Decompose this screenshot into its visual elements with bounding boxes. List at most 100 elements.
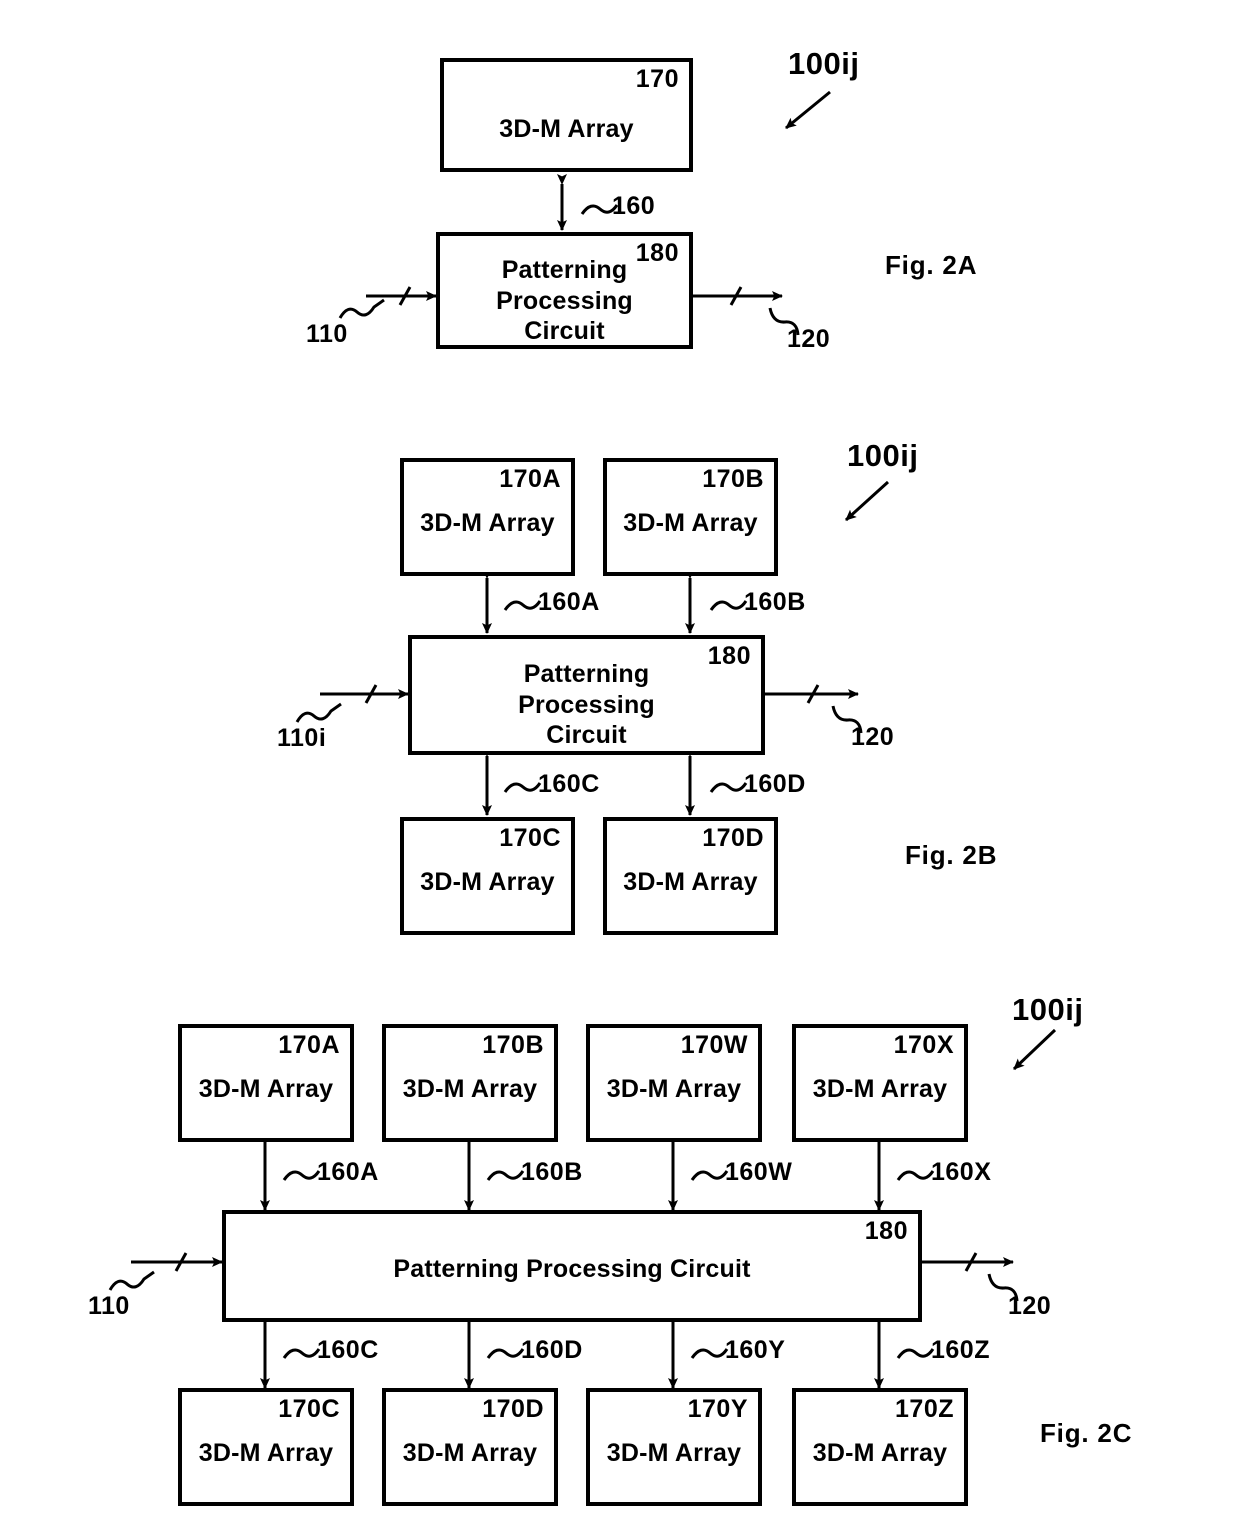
fig2c-ref-160X: 160X xyxy=(931,1158,992,1186)
fig2c-array-170C-label: 3D-M Array xyxy=(198,1439,334,1467)
figure-sheet: 170 3D-M Array 180 Patterning Processing… xyxy=(0,0,1240,1516)
fig2c-array-170B[interactable]: 170B 3D-M Array xyxy=(382,1024,558,1142)
fig2b-array-170B-label: 3D-M Array xyxy=(623,509,758,537)
fig2c-leader-160X xyxy=(896,1170,935,1181)
fig2c-ref-160Y: 160Y xyxy=(725,1336,786,1364)
fig2c-circuit-180-number: 180 xyxy=(864,1217,908,1245)
fig2c-array-170D-number: 170D xyxy=(482,1395,544,1423)
fig2c-array-170Z-label: 3D-M Array xyxy=(812,1439,948,1467)
fig2b-array-170D[interactable]: 170D 3D-M Array xyxy=(603,817,778,935)
fig2b-ref-120: 120 xyxy=(851,723,895,751)
fig2c-array-170C[interactable]: 170C 3D-M Array xyxy=(178,1388,354,1506)
fig2c-array-170D[interactable]: 170D 3D-M Array xyxy=(382,1388,558,1506)
fig2a-array-170[interactable]: 170 3D-M Array xyxy=(440,58,693,172)
fig2c-array-170B-label: 3D-M Array xyxy=(402,1075,538,1103)
fig2b-array-170C[interactable]: 170C 3D-M Array xyxy=(400,817,575,935)
fig2c-tag-arrow xyxy=(1012,1028,1057,1071)
fig2c-array-170W-number: 170W xyxy=(680,1031,748,1059)
fig2c-leader-160A xyxy=(282,1170,321,1181)
fig2c-tag-100ij: 100ij xyxy=(1012,992,1084,1027)
fig2b-tag-arrow xyxy=(844,480,890,522)
fig2c-leader-160W xyxy=(690,1170,729,1181)
fig2a-leader-110 xyxy=(338,298,385,319)
fig2c-leader-160Y xyxy=(690,1348,729,1359)
fig2c-array-170Z[interactable]: 170Z 3D-M Array xyxy=(792,1388,968,1506)
fig2b-ref-160D: 160D xyxy=(744,770,806,798)
fig2a-ref-160: 160 xyxy=(612,192,656,220)
fig2a-array-170-number: 170 xyxy=(635,65,679,93)
fig2b-leader-160A xyxy=(503,600,542,611)
fig2c-array-170C-number: 170C xyxy=(278,1395,340,1423)
fig2b-array-170D-number: 170D xyxy=(702,824,764,852)
fig2b-leader-160D xyxy=(709,782,748,793)
fig2c-array-170Y-number: 170Y xyxy=(687,1395,748,1423)
fig2b-leader-110i xyxy=(295,702,342,723)
fig2c-ref-120: 120 xyxy=(1008,1292,1052,1320)
fig2c-ref-110: 110 xyxy=(88,1292,130,1320)
fig2a-ref-120: 120 xyxy=(787,325,831,353)
fig2b-array-170C-number: 170C xyxy=(499,824,561,852)
fig2c-array-170Z-number: 170Z xyxy=(895,1395,954,1423)
fig2b-ref-160A: 160A xyxy=(538,588,600,616)
fig2c-array-170Y[interactable]: 170Y 3D-M Array xyxy=(586,1388,762,1506)
fig2b-array-170A-number: 170A xyxy=(499,465,561,493)
fig2c-ref-160B: 160B xyxy=(521,1158,583,1186)
fig2c-circuit-180-label: Patterning Processing Circuit xyxy=(393,1255,751,1283)
fig2b-circuit-180[interactable]: 180 Patterning Processing Circuit xyxy=(408,635,765,755)
fig2c-ref-160W: 160W xyxy=(725,1158,793,1186)
fig2c-ref-160D: 160D xyxy=(521,1336,583,1364)
fig2b-circuit-180-line2: Processing xyxy=(518,690,655,719)
fig2b-array-170C-label: 3D-M Array xyxy=(420,868,555,896)
fig2c-leader-160C xyxy=(282,1348,321,1359)
fig2c-output-arrow xyxy=(921,1252,1014,1272)
fig2a-tag-arrow xyxy=(785,90,831,130)
fig2a-circuit-180-line3: Circuit xyxy=(524,317,605,345)
fig2c-ref-160Z: 160Z xyxy=(931,1336,990,1364)
fig2c-array-170W[interactable]: 170W 3D-M Array xyxy=(586,1024,762,1142)
fig2c-circuit-180[interactable]: 180 Patterning Processing Circuit xyxy=(222,1210,922,1322)
fig2a-ref-110: 110 xyxy=(306,320,348,348)
fig2c-array-170X[interactable]: 170X 3D-M Array xyxy=(792,1024,968,1142)
fig2c-leader-160Z xyxy=(896,1348,935,1359)
fig2a-circuit-180-line2: Processing xyxy=(496,286,633,315)
fig2c-leader-110 xyxy=(108,1270,155,1291)
fig2b-output-arrow xyxy=(765,684,859,704)
fig2c-array-170W-label: 3D-M Array xyxy=(606,1075,742,1103)
fig2b-circuit-180-label: Patterning Processing Circuit xyxy=(412,659,761,751)
fig2b-ref-160C: 160C xyxy=(538,770,600,798)
fig2b-caption: Fig. 2B xyxy=(905,840,998,870)
fig2c-array-170B-number: 170B xyxy=(482,1031,544,1059)
fig2c-array-170X-number: 170X xyxy=(893,1031,954,1059)
fig2a-tag-100ij: 100ij xyxy=(788,46,860,81)
fig2b-ref-110i: 110i xyxy=(277,724,327,752)
fig2b-array-170A-label: 3D-M Array xyxy=(420,509,555,537)
fig2a-input-arrow xyxy=(366,286,437,306)
fig2b-tag-100ij: 100ij xyxy=(847,438,919,473)
fig2c-leader-160D xyxy=(486,1348,525,1359)
fig2a-output-arrow xyxy=(693,286,783,306)
fig2c-leader-160B xyxy=(486,1170,525,1181)
fig2c-array-170X-label: 3D-M Array xyxy=(812,1075,948,1103)
fig2b-ref-160B: 160B xyxy=(744,588,806,616)
fig2b-array-170A[interactable]: 170A 3D-M Array xyxy=(400,458,575,576)
fig2c-array-170A-label: 3D-M Array xyxy=(198,1075,334,1103)
fig2a-array-170-label: 3D-M Array xyxy=(499,115,634,143)
fig2c-array-170A-number: 170A xyxy=(278,1031,340,1059)
fig2a-circuit-180-line1: Patterning xyxy=(501,256,628,284)
fig2b-leader-160B xyxy=(709,600,748,611)
fig2b-leader-160C xyxy=(503,782,542,793)
fig2c-array-170Y-label: 3D-M Array xyxy=(606,1439,742,1467)
fig2b-circuit-180-line3: Circuit xyxy=(546,721,627,749)
fig2c-caption: Fig. 2C xyxy=(1040,1418,1133,1448)
fig2c-ref-160A: 160A xyxy=(317,1158,379,1186)
fig2b-circuit-180-line1: Patterning xyxy=(523,660,650,688)
fig2c-array-170A[interactable]: 170A 3D-M Array xyxy=(178,1024,354,1142)
fig2c-input-arrow xyxy=(131,1252,223,1272)
fig2a-circuit-180[interactable]: 180 Patterning Processing Circuit xyxy=(436,232,693,349)
fig2a-circuit-180-label: Patterning Processing Circuit xyxy=(440,255,689,347)
fig2c-array-170D-label: 3D-M Array xyxy=(402,1439,538,1467)
fig2a-caption: Fig. 2A xyxy=(885,250,978,280)
fig2b-input-arrow xyxy=(320,684,409,704)
fig2b-array-170B[interactable]: 170B 3D-M Array xyxy=(603,458,778,576)
fig2b-array-170D-label: 3D-M Array xyxy=(623,868,758,896)
